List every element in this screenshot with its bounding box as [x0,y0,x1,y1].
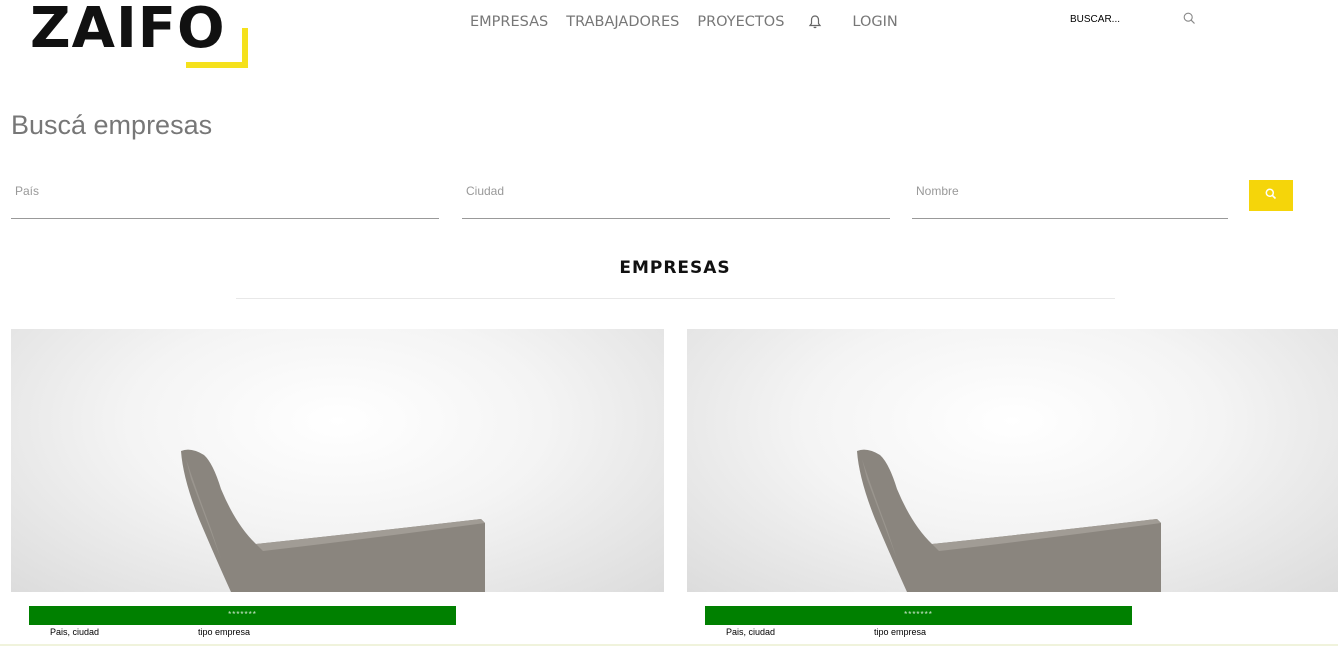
company-name-bar: ******* [29,606,456,625]
nav-link-trabajadores[interactable]: TRABAJADORES [566,14,679,30]
ciudad-field [462,180,890,219]
filter-search-button[interactable] [1249,180,1293,211]
pais-field [11,180,439,219]
section-title: EMPRESAS [619,258,731,278]
company-image [11,329,664,592]
search-icon[interactable] [1183,12,1196,25]
logo-bracket-mark [186,28,248,68]
nombre-input[interactable] [916,184,1224,198]
company-location: Pais, ciudad [50,627,100,637]
section-divider [236,298,1115,299]
header-search [1070,10,1200,32]
company-location: Pais, ciudad [726,627,776,637]
company-card[interactable]: ******* Pais, ciudad tipo empresa [687,329,1338,646]
company-name-bar: ******* [705,606,1132,625]
nav-link-empresas[interactable]: EMPRESAS [470,14,548,30]
search-icon [1265,188,1277,203]
brand-logo[interactable]: ZAIFO [30,0,250,70]
nombre-field [912,180,1228,219]
nav-link-proyectos[interactable]: PROYECTOS [697,14,784,30]
company-type: tipo empresa [874,627,927,637]
company-image [687,329,1338,592]
pais-input[interactable] [15,184,435,198]
company-type: tipo empresa [198,627,251,637]
nav-link-login[interactable]: LOGIN [852,14,897,30]
bell-icon[interactable] [808,14,822,30]
header-search-input[interactable] [1070,14,1175,25]
site-header: ZAIFO EMPRESAS TRABAJADORES PROYECTOS LO… [0,0,1338,80]
page-title: Buscá empresas [11,110,213,140]
ciudad-input[interactable] [466,184,886,198]
company-card[interactable]: ******* Pais, ciudad tipo empresa [11,329,664,646]
main-nav: EMPRESAS TRABAJADORES PROYECTOS LOGIN [470,12,898,32]
